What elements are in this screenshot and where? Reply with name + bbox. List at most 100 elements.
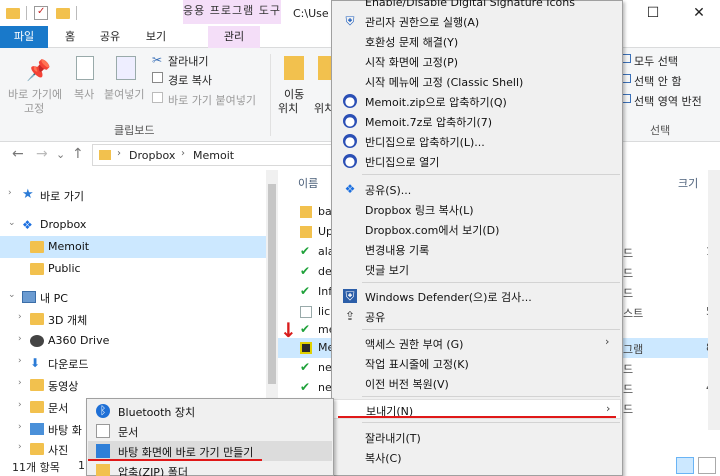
menu-item-pin-taskbar[interactable]: 작업 표시줄에 고정(K) (333, 353, 621, 373)
menu-item-bandizip-compress[interactable]: ● 반디집으로 압축하기(L)... (333, 131, 621, 151)
menu-item-cut[interactable]: 잘라내기(T) (333, 427, 621, 447)
large-icons-view-button[interactable] (698, 457, 716, 474)
chevron-right-icon[interactable]: › (18, 400, 22, 410)
tab-home[interactable]: 홈 (54, 26, 86, 48)
drive-icon (30, 335, 44, 347)
address-input[interactable]: › Dropbox › Memoit (92, 144, 332, 166)
folder-icon (30, 401, 44, 413)
folder-icon (6, 8, 20, 19)
chevron-right-icon[interactable]: › (18, 356, 22, 366)
submenu-item-zip-folder[interactable]: 압축(ZIP) 폴더 (88, 461, 332, 476)
chevron-right-icon[interactable]: › (18, 334, 22, 344)
menu-item-view-comments[interactable]: 댓글 보기 (333, 259, 621, 279)
annotation-underline (338, 416, 616, 418)
paste-shortcut-button[interactable]: 바로 가기 붙여넣기 (168, 92, 256, 108)
synced-file-icon: ✔ (300, 244, 311, 258)
close-button[interactable]: ✕ (676, 0, 720, 26)
submenu-label: 바탕 화면에 바로 가기 만들기 (118, 446, 254, 459)
menu-item-give-access[interactable]: 액세스 권한 부여 (G) › (333, 333, 621, 353)
tab-view[interactable]: 보기 (138, 26, 174, 48)
nav-item-quick-access[interactable]: › ★ 바로 가기 (0, 184, 266, 206)
menu-label: 반디집으로 열기 (365, 156, 440, 169)
menu-label: 공유 (365, 311, 386, 324)
paste-icon (116, 56, 136, 80)
menu-item-run-as-admin[interactable]: ⛨ 관리자 권한으로 실행(A) (333, 11, 621, 31)
menu-label: 관리자 권한으로 실행(A) (365, 16, 480, 29)
menu-item-copy-dropbox-link[interactable]: Dropbox 링크 복사(L) (333, 199, 621, 219)
chevron-right-icon[interactable]: › (18, 378, 22, 388)
chevron-down-icon[interactable]: ⌄ (8, 290, 16, 300)
tab-share[interactable]: 공유 (92, 26, 128, 48)
chevron-right-icon[interactable]: › (18, 422, 22, 432)
nav-label: Public (48, 262, 81, 275)
submenu-item-documents[interactable]: 문서 (88, 421, 332, 441)
nav-item-videos[interactable]: › 동영상 (0, 374, 266, 396)
nav-item-a360-drive[interactable]: › A360 Drive (0, 330, 266, 352)
scissors-icon: ✂ (152, 53, 163, 67)
breadcrumb-memoit[interactable]: Memoit (193, 149, 234, 162)
column-header-name[interactable]: 이름 (298, 175, 318, 191)
recent-locations-button[interactable]: ⌄ (56, 148, 65, 161)
tab-manage[interactable]: 관리 (208, 26, 260, 48)
maximize-button[interactable]: ☐ (630, 0, 676, 26)
folder-icon (30, 313, 44, 325)
scrollbar-thumb[interactable] (268, 184, 276, 384)
menu-label: 이전 버전 복원(V) (365, 378, 449, 391)
cut-button[interactable]: 잘라내기 (168, 53, 208, 69)
forward-button[interactable]: → (36, 146, 48, 162)
menu-item-restore-previous[interactable]: 이전 버전 복원(V) (333, 373, 621, 393)
details-view-button[interactable] (676, 457, 694, 474)
folder-icon (30, 263, 44, 275)
application-icon (300, 342, 312, 354)
file-type: 드 (623, 383, 634, 396)
annotation-underline (88, 459, 262, 461)
file-list-scrollbar[interactable] (708, 170, 720, 430)
tab-file[interactable]: 파일 (0, 26, 48, 48)
select-none-button[interactable]: 선택 안 함 (634, 73, 681, 89)
menu-item-copy[interactable]: 복사(C) (333, 447, 621, 467)
paste-shortcut-icon (152, 92, 163, 103)
nav-label: 내 PC (40, 292, 68, 305)
menu-item-compress-zip[interactable]: ● Memoit.zip으로 압축하기(Q) (333, 91, 621, 111)
invert-selection-button[interactable]: 선택 영역 반전 (634, 93, 702, 109)
menu-item-pin-start[interactable]: 시작 화면에 고정(P) (333, 51, 621, 71)
chevron-right-icon[interactable]: › (8, 188, 12, 198)
nav-item-memoit[interactable]: Memoit (0, 236, 266, 258)
nav-item-this-pc[interactable]: ⌄ 내 PC (0, 286, 266, 308)
synced-file-icon: ✔ (300, 360, 311, 374)
chevron-right-icon[interactable]: › (18, 442, 22, 452)
breadcrumb-dropbox[interactable]: Dropbox (129, 149, 175, 162)
menu-item-share[interactable]: ⇪ 공유 (333, 306, 621, 326)
menu-item-troubleshoot-compat[interactable]: 호환성 문제 해결(Y) (333, 31, 621, 51)
menu-separator (362, 422, 620, 423)
menu-item-version-history[interactable]: 변경내용 기록 (333, 239, 621, 259)
copy-button[interactable]: 복사 (74, 86, 94, 102)
file-name: de (318, 265, 332, 278)
copy-path-button[interactable]: 경로 복사 (168, 72, 212, 88)
submenu-item-bluetooth[interactable]: ᛒ Bluetooth 장치 (88, 401, 332, 421)
menu-label: 공유(S)... (365, 184, 412, 197)
submenu-item-desktop-shortcut[interactable]: 바탕 화면에 바로 가기 만들기 (88, 441, 332, 461)
menu-item-compress-7z[interactable]: ● Memoit.7z로 압축하기(7) (333, 111, 621, 131)
column-header-size[interactable]: 크기 (678, 175, 698, 191)
menu-item-bandizip-open[interactable]: ● 반디집으로 열기 (333, 151, 621, 171)
nav-item-3d-objects[interactable]: › 3D 개체 (0, 308, 266, 330)
chevron-right-icon[interactable]: › (18, 312, 22, 322)
menu-label: 댓글 보기 (365, 264, 409, 277)
nav-item-public[interactable]: Public (0, 258, 266, 280)
new-folder-icon[interactable] (56, 8, 70, 19)
chevron-down-icon[interactable]: ⌄ (8, 218, 16, 228)
nav-item-downloads[interactable]: › ⬇ 다운로드 (0, 352, 266, 374)
back-button[interactable]: ← (12, 146, 24, 162)
menu-item-view-on-dropbox[interactable]: Dropbox.com에서 보기(D) (333, 219, 621, 239)
select-all-button[interactable]: 모두 선택 (634, 53, 678, 69)
menu-item-dropbox-share[interactable]: ❖ 공유(S)... (333, 179, 621, 199)
menu-item-defender-scan[interactable]: ⛨ Windows Defender(으)로 검사... (333, 286, 621, 306)
properties-check-icon[interactable] (34, 6, 48, 20)
nav-item-dropbox[interactable]: ⌄ ❖ Dropbox (0, 214, 266, 236)
nav-label: 다운로드 (48, 358, 89, 371)
divider (270, 54, 271, 136)
up-button[interactable]: ↑ (72, 146, 84, 162)
menu-item-pin-classic-shell[interactable]: 시작 메뉴에 고정 (Classic Shell) (333, 71, 621, 91)
paste-button[interactable]: 붙여넣기 (104, 86, 144, 102)
